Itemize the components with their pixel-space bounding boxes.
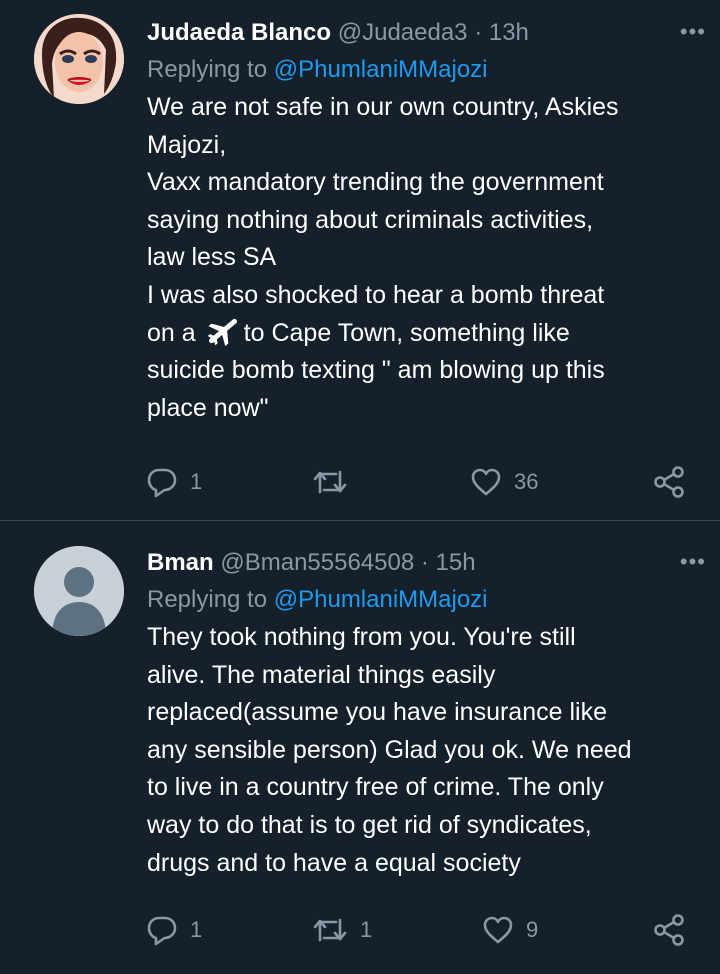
avatar[interactable] <box>34 546 124 636</box>
avatar[interactable] <box>34 14 124 104</box>
tweet-header: Judaeda Blanco @Judaeda3 · 13h <box>147 16 700 50</box>
retweet-icon <box>313 918 347 942</box>
share-button[interactable] <box>652 910 686 950</box>
replying-to-label: Replying to <box>147 586 268 613</box>
like-button[interactable]: 9 <box>482 910 538 950</box>
share-icon <box>654 914 684 946</box>
timestamp[interactable]: · 15h <box>421 549 476 576</box>
tweet-actions: 1 1 9 <box>0 910 720 950</box>
avatar-illustration <box>34 14 124 104</box>
more-dots-icon[interactable]: ••• <box>680 551 706 573</box>
default-avatar-icon <box>34 546 124 636</box>
tweet-text: They took nothing from you. You're still… <box>147 623 632 877</box>
replying-to: Replying to @PhumlaniMMajozi <box>147 582 700 618</box>
retweet-button[interactable] <box>312 462 360 502</box>
replying-to-handle[interactable]: @PhumlaniMMajozi <box>274 586 488 613</box>
share-icon <box>654 466 684 498</box>
user-handle[interactable]: @Bman55564508 <box>220 549 414 576</box>
like-count: 36 <box>514 469 539 494</box>
reply-count: 1 <box>190 469 203 494</box>
replying-to-label: Replying to <box>147 56 268 83</box>
replying-to-handle[interactable]: @PhumlaniMMajozi <box>274 56 488 83</box>
user-handle[interactable]: @Judaeda3 <box>338 19 468 46</box>
heart-icon <box>471 468 501 496</box>
tweet[interactable]: Bman @Bman55564508 · 15h Replying to @Ph… <box>0 520 720 974</box>
tweet-header: Bman @Bman55564508 · 15h <box>147 546 700 580</box>
reply-icon <box>147 468 177 498</box>
like-button[interactable]: 36 <box>470 462 538 502</box>
airplane-icon <box>206 316 240 346</box>
timestamp[interactable]: · 13h <box>474 19 529 46</box>
retweet-icon <box>313 470 347 494</box>
tweet[interactable]: ••• Judaeda Blanco @Judaeda3 · 13h Reply… <box>0 0 720 520</box>
tweet-content: Bman @Bman55564508 · 15h Replying to @Ph… <box>147 546 700 882</box>
heart-icon <box>483 916 513 944</box>
reply-count: 1 <box>190 917 203 942</box>
display-name[interactable]: Judaeda Blanco <box>147 19 331 46</box>
share-button[interactable] <box>652 462 686 502</box>
reply-button[interactable]: 1 <box>146 910 202 950</box>
display-name[interactable]: Bman <box>147 549 214 576</box>
reply-button[interactable]: 1 <box>146 462 202 502</box>
tweet-content: Judaeda Blanco @Judaeda3 · 13h Replying … <box>147 16 700 427</box>
reply-icon <box>147 916 177 946</box>
tweet-text-part1: We are not safe in our own country, Aski… <box>147 93 619 347</box>
tweet-actions: 1 36 <box>0 462 720 502</box>
retweet-count: 1 <box>360 917 373 942</box>
like-count: 9 <box>526 917 539 942</box>
retweet-button[interactable]: 1 <box>312 910 372 950</box>
replying-to: Replying to @PhumlaniMMajozi <box>147 52 700 88</box>
tweet-text: We are not safe in our own country, Aski… <box>147 89 700 427</box>
